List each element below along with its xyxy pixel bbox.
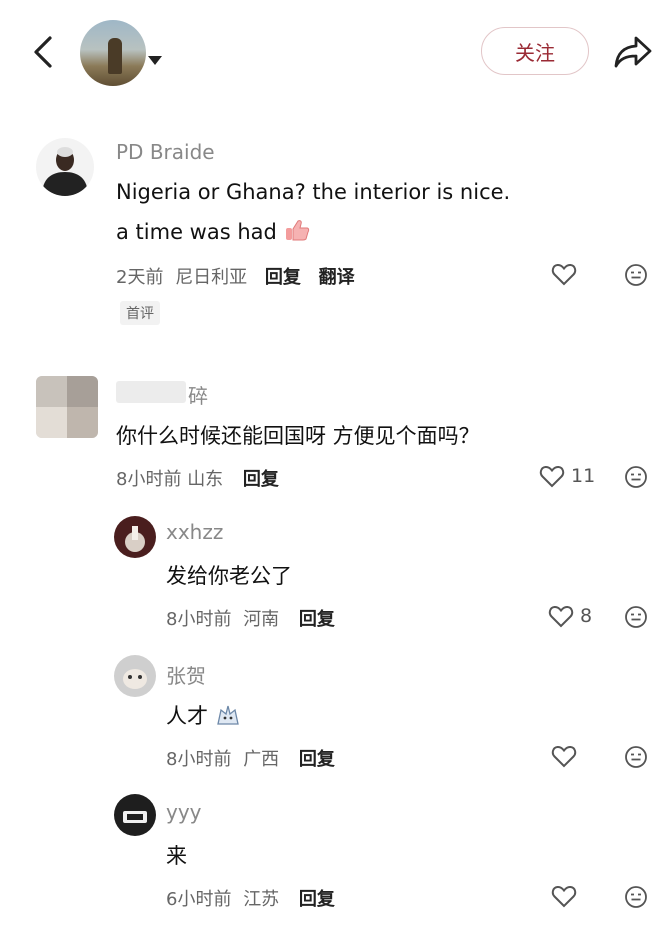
reply-text: 人才 — [166, 700, 241, 730]
reply-meta: 6小时前 江苏 回复 — [166, 885, 335, 911]
like-count: 11 — [571, 465, 596, 487]
comment-emoji-icon — [625, 606, 647, 628]
sweat-emoji-icon — [216, 705, 239, 725]
comment-username[interactable]: 碎 — [188, 380, 208, 409]
avatar[interactable] — [36, 376, 98, 438]
back-arrow-icon — [34, 36, 52, 68]
comment-location: 山东 — [187, 469, 224, 490]
comment-emoji-button[interactable] — [624, 465, 648, 493]
first-comment-badge: 首评 — [120, 301, 160, 325]
reply-location: 江苏 — [243, 889, 280, 910]
follow-button[interactable]: 关注 — [481, 27, 589, 75]
avatar[interactable] — [114, 655, 156, 697]
reply-time: 8小时前 — [166, 609, 232, 630]
comment-emoji-button[interactable] — [624, 605, 648, 633]
reply-time: 8小时前 — [166, 749, 232, 770]
chevron-down-icon[interactable] — [148, 56, 162, 65]
heart-icon — [551, 885, 577, 908]
like-button[interactable] — [551, 262, 577, 290]
reply-location: 河南 — [243, 609, 280, 630]
back-button[interactable] — [30, 34, 56, 70]
comment-time: 8小时前 — [116, 469, 182, 490]
thumbs-up-emoji-icon — [285, 220, 309, 241]
reply-button[interactable]: 回复 — [299, 749, 335, 770]
reply-meta: 8小时前 河南 回复 — [166, 605, 335, 631]
username-redaction — [116, 381, 186, 403]
share-button[interactable] — [612, 32, 654, 72]
reply-meta: 8小时前 广西 回复 — [166, 745, 335, 771]
heart-icon — [539, 465, 565, 488]
author-avatar[interactable] — [80, 20, 146, 86]
share-arrow-icon — [614, 36, 652, 68]
comment-emoji-button[interactable] — [624, 745, 648, 773]
reply-username[interactable]: yyy — [166, 800, 202, 824]
avatar[interactable] — [114, 794, 156, 836]
comment-emoji-icon — [625, 466, 647, 488]
reply-text: 发给你老公了 — [166, 564, 292, 588]
heart-icon — [548, 605, 574, 628]
reply-button[interactable]: 回复 — [265, 267, 301, 288]
reply-username[interactable]: 张贺 — [166, 660, 206, 689]
reply-time: 6小时前 — [166, 889, 232, 910]
reply-button[interactable]: 回复 — [299, 609, 335, 630]
comment-emoji-button[interactable] — [624, 263, 648, 291]
like-button[interactable] — [551, 744, 577, 772]
translate-button[interactable]: 翻译 — [319, 267, 355, 288]
like-count: 8 — [580, 605, 593, 627]
comment-meta: 2天前 尼日利亚 回复 翻译 — [116, 263, 355, 289]
comment-time: 2天前 — [116, 267, 164, 288]
comment-emoji-icon — [625, 264, 647, 286]
comment-username[interactable]: PD Braide — [116, 140, 215, 164]
reply-username[interactable]: xxhzz — [166, 520, 223, 544]
reply-button[interactable]: 回复 — [243, 469, 279, 490]
comment-meta: 8小时前 山东 回复 — [116, 465, 279, 491]
reply-button[interactable]: 回复 — [299, 889, 335, 910]
like-button[interactable] — [551, 884, 577, 912]
heart-icon — [551, 263, 577, 286]
avatar[interactable] — [36, 138, 94, 196]
avatar[interactable] — [114, 516, 156, 558]
comment-text: Nigeria or Ghana? the interior is nice. — [116, 180, 511, 204]
like-button[interactable]: 8 — [548, 604, 592, 628]
reply-location: 广西 — [243, 749, 280, 770]
comment-text: 你什么时候还能回国呀 方便见个面吗？ — [116, 424, 480, 448]
comment-emoji-icon — [625, 746, 647, 768]
heart-icon — [551, 745, 577, 768]
comment-location: 尼日利亚 — [175, 267, 248, 288]
like-button[interactable]: 11 — [539, 464, 595, 488]
comment-text-line2: a time was had — [116, 218, 310, 244]
comment-emoji-button[interactable] — [624, 885, 648, 913]
reply-text: 来 — [166, 844, 187, 868]
comment-emoji-icon — [625, 886, 647, 908]
